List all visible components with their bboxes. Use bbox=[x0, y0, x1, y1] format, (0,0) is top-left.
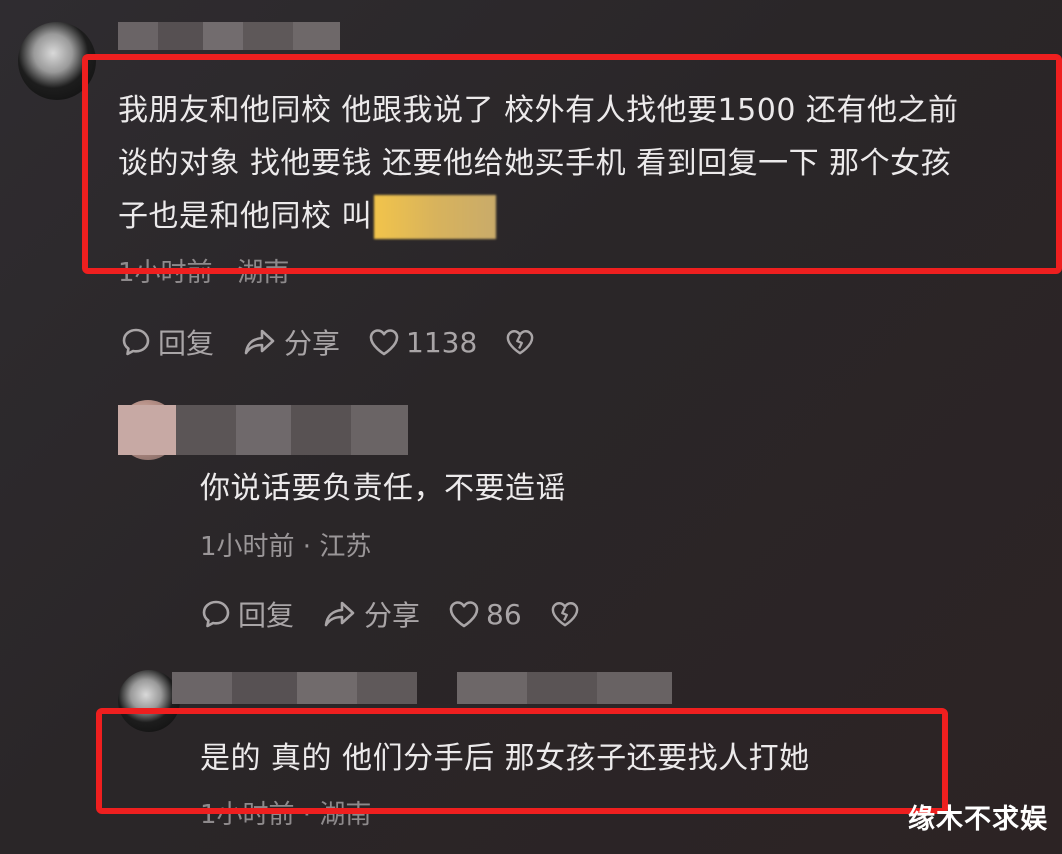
username-blurred[interactable] bbox=[118, 22, 340, 50]
highlight-box bbox=[96, 708, 948, 814]
comment-actions: 回复 分享 1138 bbox=[120, 322, 535, 362]
reply-button[interactable]: 回复 bbox=[200, 594, 294, 634]
comment-actions: 回复 分享 86 bbox=[200, 594, 580, 634]
dislike-icon bbox=[506, 330, 534, 355]
share-button[interactable]: 分享 bbox=[242, 322, 340, 362]
heart-icon bbox=[449, 601, 479, 628]
comment-text: 你说话要负责任，不要造谣 bbox=[200, 471, 566, 506]
highlight-box bbox=[82, 54, 1062, 274]
like-button[interactable]: 86 bbox=[448, 598, 522, 631]
share-icon bbox=[324, 601, 355, 627]
dislike-button[interactable] bbox=[505, 328, 535, 356]
comment-icon bbox=[122, 328, 150, 356]
dislike-icon bbox=[551, 602, 579, 627]
watermark: 缘木不求娱 bbox=[908, 804, 1048, 835]
share-button[interactable]: 分享 bbox=[322, 594, 420, 634]
comment-icon bbox=[202, 600, 230, 628]
username-blurred[interactable] bbox=[118, 405, 408, 455]
like-button[interactable]: 1138 bbox=[368, 326, 477, 359]
username-blurred[interactable] bbox=[172, 672, 672, 704]
comment-meta: 1小时前 · 江苏 bbox=[200, 532, 372, 562]
reply-button[interactable]: 回复 bbox=[120, 322, 214, 362]
dislike-button[interactable] bbox=[550, 600, 580, 628]
like-count: 86 bbox=[486, 597, 522, 631]
share-icon bbox=[244, 329, 275, 355]
like-count: 1138 bbox=[406, 325, 478, 359]
heart-icon bbox=[369, 329, 399, 356]
